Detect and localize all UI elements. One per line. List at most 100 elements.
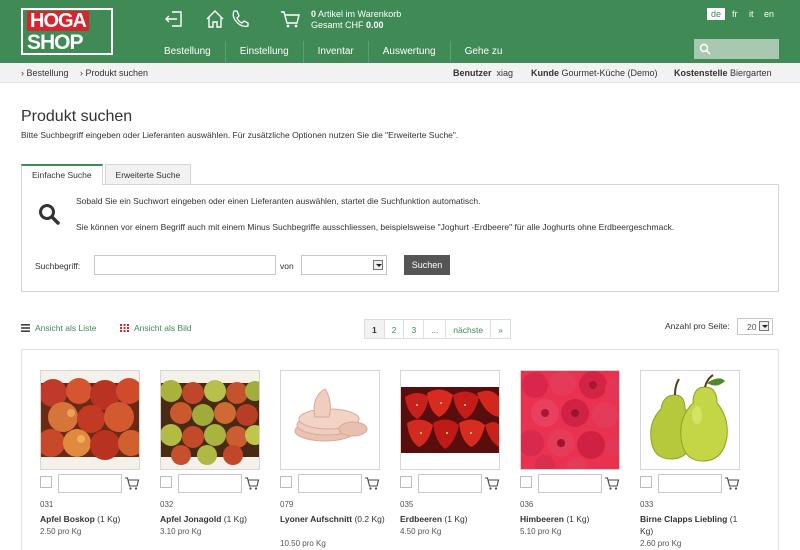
product-name[interactable]: Himbeeren (1 Kg) bbox=[520, 513, 628, 525]
search-hint-auto: Sobald Sie ein Suchwort eingeben oder ei… bbox=[76, 196, 481, 206]
hoga-shop-logo[interactable]: HOGA SHOP bbox=[21, 8, 113, 55]
product-name[interactable]: Apfel Boskop (1 Kg) bbox=[40, 513, 148, 525]
nav-inventar[interactable]: Inventar bbox=[302, 41, 368, 63]
product-name[interactable]: Apfel Jonagold (1 Kg) bbox=[160, 513, 268, 525]
product-price: 10.50 pro Kg bbox=[280, 539, 326, 548]
customer-info[interactable]: Kunde Gourmet-Küche (Demo) bbox=[531, 68, 658, 78]
product-quantity-input[interactable] bbox=[538, 474, 602, 493]
search-button[interactable]: Suchen bbox=[404, 255, 450, 275]
chevron-down-icon bbox=[373, 260, 383, 270]
lang-de[interactable]: de bbox=[707, 8, 726, 20]
per-page-value: 20 bbox=[747, 322, 757, 332]
simple-search-panel: Sobald Sie ein Suchwort eingeben oder ei… bbox=[21, 184, 779, 292]
supplier-select[interactable] bbox=[301, 255, 387, 275]
page-1[interactable]: 1 bbox=[364, 319, 385, 339]
cart-icon[interactable] bbox=[279, 8, 301, 30]
search-term-label: Suchbegriff: bbox=[35, 261, 81, 271]
product-number: 036 bbox=[520, 500, 534, 509]
product-number: 032 bbox=[160, 500, 174, 509]
product-price: 5.10 pro Kg bbox=[520, 527, 562, 536]
product-name[interactable]: Erdbeeren (1 Kg) bbox=[400, 513, 508, 525]
product-select-checkbox[interactable] bbox=[400, 476, 412, 488]
pagination: 1 2 3 ... nächste » bbox=[364, 319, 511, 339]
add-to-cart-icon[interactable] bbox=[604, 475, 620, 491]
nav-gehe-zu[interactable]: Gehe zu bbox=[449, 41, 517, 63]
page-ellipsis[interactable]: ... bbox=[423, 319, 447, 339]
search-term-input[interactable] bbox=[94, 255, 276, 275]
header-search-input[interactable] bbox=[694, 39, 779, 59]
view-as-list-link[interactable]: Ansicht als Liste bbox=[21, 323, 96, 333]
product-quantity-input[interactable] bbox=[58, 474, 122, 493]
product-number: 079 bbox=[280, 500, 294, 509]
product-price: 3.10 pro Kg bbox=[160, 527, 202, 536]
cart-count: 0 bbox=[311, 9, 317, 19]
user-info: Benutzer xiag bbox=[453, 68, 514, 78]
add-to-cart-icon[interactable] bbox=[484, 475, 500, 491]
product-image-sliced-sausage[interactable] bbox=[280, 370, 380, 470]
product-select-checkbox[interactable] bbox=[640, 476, 652, 488]
nav-einstellung[interactable]: Einstellung bbox=[224, 41, 303, 63]
product-price: 4.50 pro Kg bbox=[400, 527, 442, 536]
product-number: 033 bbox=[640, 500, 654, 509]
lang-fr[interactable]: fr bbox=[728, 8, 742, 20]
product-select-checkbox[interactable] bbox=[280, 476, 292, 488]
product-select-checkbox[interactable] bbox=[520, 476, 532, 488]
product-select-checkbox[interactable] bbox=[40, 476, 52, 488]
product-quantity-input[interactable] bbox=[658, 474, 722, 493]
lang-it[interactable]: it bbox=[745, 8, 758, 20]
product-select-checkbox[interactable] bbox=[160, 476, 172, 488]
product-image-strawberries[interactable] bbox=[400, 370, 500, 470]
product-quantity-input[interactable] bbox=[298, 474, 362, 493]
add-to-cart-icon[interactable] bbox=[244, 475, 260, 491]
add-to-cart-icon[interactable] bbox=[724, 475, 740, 491]
lang-en[interactable]: en bbox=[760, 8, 778, 20]
page-last[interactable]: » bbox=[490, 319, 511, 339]
add-to-cart-icon[interactable] bbox=[124, 475, 140, 491]
nav-auswertung[interactable]: Auswertung bbox=[367, 41, 450, 63]
cart-summary[interactable]: 0 Artikel im Warenkorb Gesamt CHF 0.00 bbox=[311, 9, 401, 31]
page-2[interactable]: 2 bbox=[383, 319, 405, 339]
total-value: 0.00 bbox=[366, 20, 384, 30]
search-hint-minus: Sie können vor einem Begriff auch mit ei… bbox=[76, 222, 675, 232]
per-page-select[interactable]: 20 bbox=[737, 318, 773, 335]
main-nav: Bestellung Einstellung Inventar Auswertu… bbox=[150, 41, 516, 63]
product-image-green-pears[interactable] bbox=[640, 370, 740, 470]
product-quantity-input[interactable] bbox=[178, 474, 242, 493]
product-number: 031 bbox=[40, 500, 54, 509]
logo-text-bottom: SHOP bbox=[27, 31, 84, 54]
nav-bestellung[interactable]: Bestellung bbox=[150, 41, 225, 63]
search-icon bbox=[699, 43, 711, 55]
supplier-label: von bbox=[280, 261, 294, 271]
tab-einfache-suche[interactable]: Einfache Suche bbox=[21, 164, 103, 185]
cost-center-info[interactable]: Kostenstelle Biergarten bbox=[674, 68, 772, 78]
tab-erweiterte-suche[interactable]: Erweiterte Suche bbox=[104, 164, 192, 184]
page-title: Produkt suchen bbox=[21, 108, 133, 125]
logo-text-top: HOGA bbox=[27, 11, 89, 31]
home-icon[interactable] bbox=[204, 8, 226, 30]
product-name[interactable]: Lyoner Aufschnitt (0.2 Kg) bbox=[280, 513, 388, 525]
logout-icon[interactable] bbox=[163, 8, 185, 30]
search-tabs: Einfache Suche Erweiterte Suche bbox=[21, 164, 193, 185]
grid-view-icon bbox=[120, 324, 129, 332]
breadcrumb-item[interactable]: › Bestellung bbox=[21, 68, 69, 78]
product-image-red-apples[interactable] bbox=[40, 370, 140, 470]
view-as-image-link[interactable]: Ansicht als Bild bbox=[120, 323, 192, 333]
product-quantity-input[interactable] bbox=[418, 474, 482, 493]
product-price: 2.60 pro Kg bbox=[640, 539, 682, 548]
chevron-down-icon bbox=[759, 321, 769, 331]
phone-icon[interactable] bbox=[229, 8, 251, 30]
product-image-raspberries[interactable] bbox=[520, 370, 620, 470]
top-header: HOGA SHOP 0 Artikel im Warenkorb Gesamt … bbox=[0, 0, 800, 63]
page-next[interactable]: nächste bbox=[445, 319, 492, 339]
list-view-icon bbox=[21, 324, 30, 332]
cart-label: Artikel im Warenkorb bbox=[318, 9, 402, 19]
page-subtitle: Bitte Suchbegriff eingeben oder Lieferan… bbox=[21, 130, 459, 140]
product-name[interactable]: Birne Clapps Liebling (1 Kg) bbox=[640, 513, 748, 537]
product-image-mixed-apples[interactable] bbox=[160, 370, 260, 470]
page-3[interactable]: 3 bbox=[403, 319, 425, 339]
total-label: Gesamt CHF bbox=[311, 20, 364, 30]
magnifier-icon bbox=[39, 204, 60, 225]
breadcrumb-item-current: › Produkt suchen bbox=[80, 68, 149, 78]
product-grid: 031 Apfel Boskop (1 Kg) 2.50 pro Kg 032 … bbox=[21, 349, 779, 550]
add-to-cart-icon[interactable] bbox=[364, 475, 380, 491]
